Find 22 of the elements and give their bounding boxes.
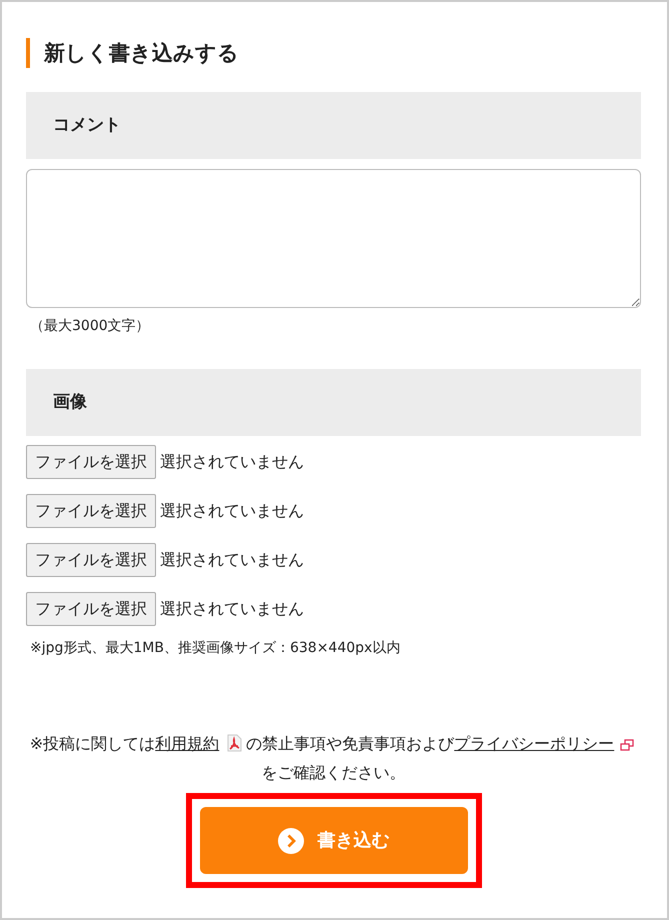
- external-link-icon: [620, 738, 634, 752]
- choose-file-button[interactable]: ファイルを選択: [26, 543, 156, 577]
- file-status: 選択されていません: [160, 598, 304, 620]
- image-requirements-note: ※jpg形式、最大1MB、推奨画像サイズ：638×440px以内: [29, 639, 402, 658]
- choose-file-button[interactable]: ファイルを選択: [26, 592, 156, 626]
- chevron-circle-icon: [278, 828, 304, 854]
- comment-label: コメント: [26, 92, 641, 159]
- file-status: 選択されていません: [160, 500, 304, 522]
- choose-file-button[interactable]: ファイルを選択: [26, 494, 156, 528]
- pdf-icon: [225, 734, 244, 752]
- choose-file-button[interactable]: ファイルを選択: [26, 445, 156, 479]
- file-status: 選択されていません: [160, 451, 304, 473]
- terms-link[interactable]: 利用規約: [155, 734, 220, 753]
- section-heading: 新しく書き込みする: [26, 38, 641, 68]
- terms-link[interactable]: プライバシーポリシー: [454, 734, 614, 753]
- file-status: 選択されていません: [160, 549, 304, 571]
- notice-text: ※投稿に関しては: [30, 734, 156, 753]
- notice-text: をご確認ください。: [262, 763, 406, 782]
- notice-text: の禁止事項や免責事項および: [246, 734, 454, 753]
- image-label: 画像: [26, 369, 641, 436]
- character-limit-note: （最大3000文字）: [29, 317, 151, 336]
- comment-field[interactable]: [26, 169, 641, 308]
